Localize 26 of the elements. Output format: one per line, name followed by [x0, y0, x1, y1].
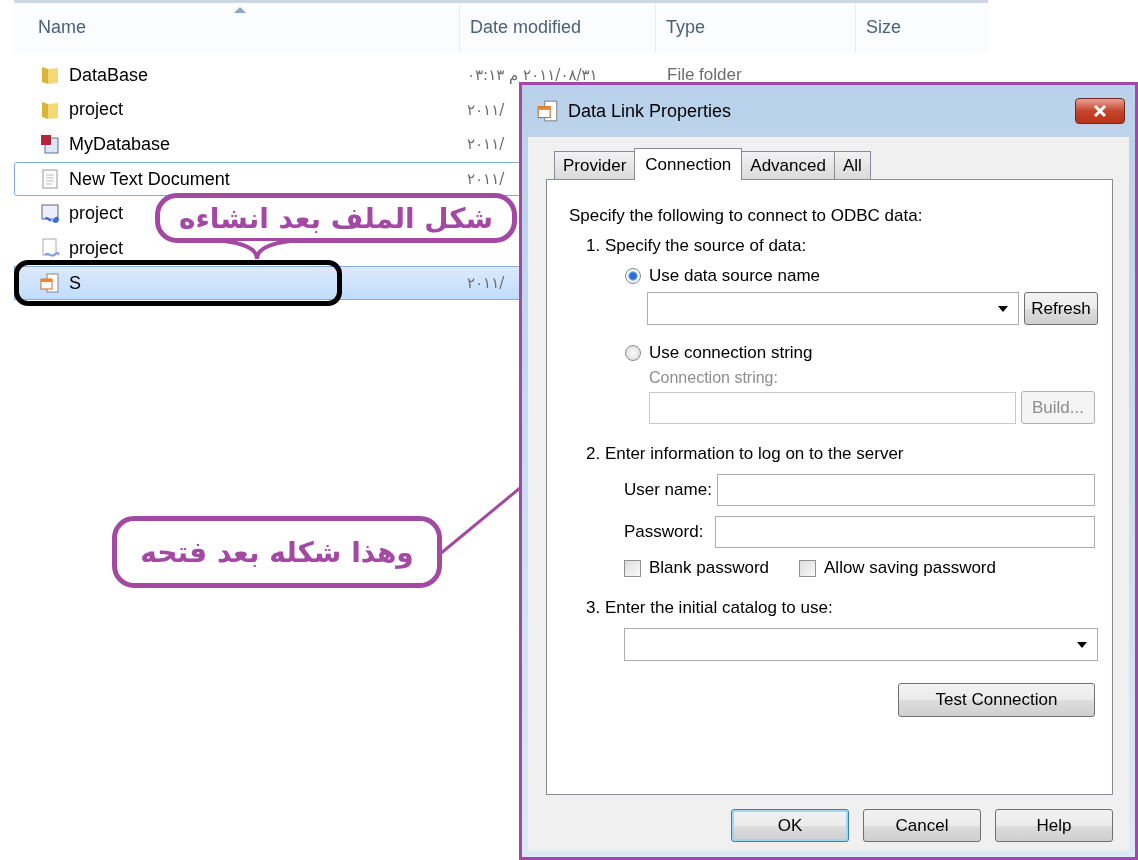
- instruction-text: Specify the following to connect to ODBC data:: [569, 206, 924, 226]
- step-heading: 1. Specify the source of data:: [585, 236, 808, 256]
- file-name: New Text Document: [69, 168, 230, 190]
- checkbox-label: Blank password: [649, 558, 769, 578]
- field-label: Password:: [624, 522, 704, 542]
- date-modified: ٢٠١١/: [467, 100, 505, 119]
- field-label: User name:: [624, 480, 712, 500]
- file-name: DataBase: [69, 64, 149, 86]
- date-modified: ٢٠١١/: [467, 170, 505, 189]
- file-name: MyDatabase: [69, 133, 171, 155]
- step-heading: 3. Enter the initial catalog to use:: [585, 598, 834, 618]
- window-title: Data Link Properties: [568, 100, 733, 122]
- file-name: project: [69, 203, 124, 225]
- date-modified: ٢٠١١/: [467, 135, 505, 154]
- file-type: File folder: [667, 65, 742, 84]
- step-heading: 2. Enter information to log on to the server: [585, 444, 905, 464]
- file-name: project: [69, 99, 124, 121]
- file-name: S: [69, 272, 81, 294]
- callout-text: شكل الملف بعد انشاءه: [178, 201, 494, 235]
- callout-text: وهذا شكله بعد فتحه: [140, 535, 414, 569]
- date-modified: ٢٠١١/: [467, 274, 505, 293]
- file-name: project: [69, 237, 124, 259]
- field-label: Connection string:: [648, 369, 779, 387]
- radio-label: Use data source name: [649, 266, 821, 286]
- radio-label: Use connection string: [649, 343, 813, 363]
- date-modified: ٢٠١١/٠٨/٣١ م ٠٣:١٣: [467, 66, 598, 84]
